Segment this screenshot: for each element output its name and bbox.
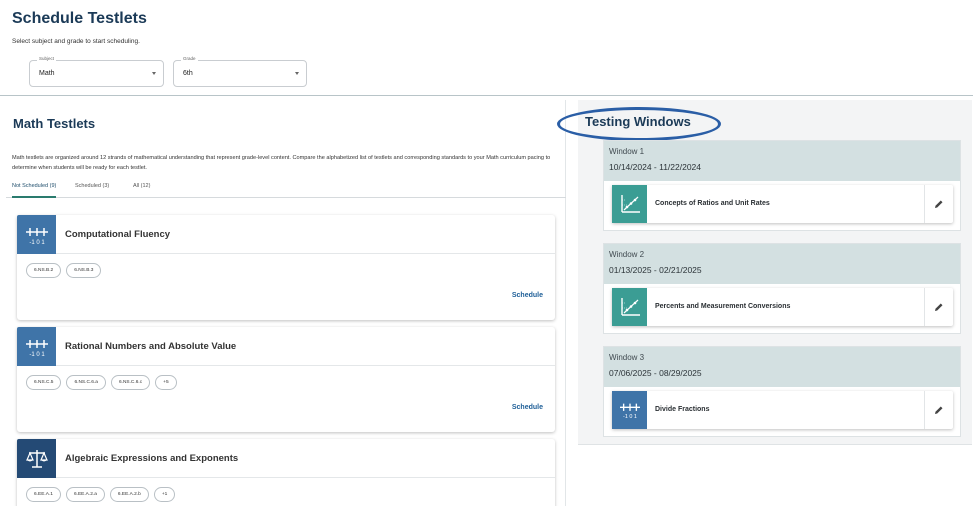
- grade-select-value: 6th: [183, 70, 193, 77]
- testing-window: Window 3 07/06/2025 - 08/29/2025 -1 0 1 …: [603, 346, 961, 437]
- pencil-icon: [935, 303, 943, 311]
- svg-text:-1 0 1: -1 0 1: [29, 352, 45, 358]
- svg-text:-1 0 1: -1 0 1: [29, 240, 45, 246]
- testlet-card-title: Rational Numbers and Absolute Value: [65, 341, 237, 352]
- testlet-card-title: Computational Fluency: [65, 229, 171, 240]
- standard-chip: 6.NS.B.3: [66, 263, 102, 278]
- window-dates: 07/06/2025 - 08/29/2025: [609, 368, 702, 378]
- grade-select-label: Grade: [181, 56, 198, 61]
- graph-icon: [612, 185, 647, 223]
- standard-chip: 6.EE.A.1: [26, 487, 61, 502]
- standard-chip: 6.EE.A.2.a: [65, 487, 105, 502]
- pencil-icon: [935, 200, 943, 208]
- testlet-card-header: -1 0 1 Rational Numbers and Absolute Val…: [17, 327, 555, 366]
- testlet-card: -1 0 1 Computational Fluency 6.NS.B.2 6.N…: [17, 215, 555, 320]
- tab-all[interactable]: All (12): [133, 183, 150, 198]
- schedule-button[interactable]: Schedule: [512, 404, 543, 411]
- number-line-icon: -1 0 1: [17, 327, 56, 366]
- scheduled-testlet: Concepts of Ratios and Unit Rates: [612, 185, 953, 223]
- more-standards-chip[interactable]: +1: [153, 487, 176, 502]
- standard-chip: 6.NS.C.5: [26, 375, 62, 390]
- balance-scale-icon: [17, 439, 56, 478]
- edit-button[interactable]: [924, 288, 953, 326]
- testlet-tabs: Not Scheduled (9) Scheduled (3) All (12): [6, 180, 566, 198]
- window-dates: 10/14/2024 - 11/22/2024: [609, 162, 702, 172]
- scheduled-testlet: -1 0 1 Divide Fractions: [612, 391, 953, 429]
- testing-window-header: Window 1 10/14/2024 - 11/22/2024: [604, 141, 960, 181]
- scheduled-testlet-title: Divide Fractions: [655, 406, 710, 413]
- chevron-down-icon: [295, 72, 299, 75]
- testlets-description: Math testlets are organized around 12 st…: [12, 155, 551, 171]
- testlet-card-header: Algebraic Expressions and Exponents: [17, 439, 555, 478]
- window-name: Window 2: [609, 250, 645, 259]
- window-dates: 01/13/2025 - 02/21/2025: [609, 265, 702, 275]
- testlet-card: Algebraic Expressions and Exponents 6.EE…: [17, 439, 555, 506]
- testlets-title: Math Testlets: [13, 116, 96, 131]
- testing-windows-panel: Testing Windows Window 1 10/14/2024 - 11…: [557, 100, 972, 445]
- number-line-icon: -1 0 1: [17, 215, 56, 254]
- standard-chip: 6.EE.A.2.b: [109, 487, 149, 502]
- grade-select[interactable]: Grade 6th: [173, 56, 307, 87]
- testing-windows-title: Testing Windows: [585, 114, 691, 129]
- pencil-icon: [935, 406, 943, 414]
- svg-text:-1 0 1: -1 0 1: [623, 414, 637, 420]
- edit-button[interactable]: [924, 391, 953, 429]
- subject-select-value: Math: [39, 70, 55, 77]
- number-line-icon: -1 0 1: [612, 391, 647, 429]
- tab-scheduled[interactable]: Scheduled (3): [75, 183, 109, 198]
- edit-button[interactable]: [924, 185, 953, 223]
- subject-select[interactable]: Subject Math: [29, 56, 164, 87]
- testlet-card-header: -1 0 1 Computational Fluency: [17, 215, 555, 254]
- standard-chip: 6.NS.C.6.a: [66, 375, 106, 390]
- testlets-panel: Math Testlets Math testlets are organize…: [6, 100, 566, 506]
- page-subtitle: Select subject and grade to start schedu…: [12, 38, 140, 45]
- testlet-card: -1 0 1 Rational Numbers and Absolute Val…: [17, 327, 555, 432]
- scheduled-testlet-title: Percents and Measurement Conversions: [655, 303, 791, 310]
- more-standards-chip[interactable]: +5: [155, 375, 177, 390]
- testing-window-header: Window 2 01/13/2025 - 02/21/2025: [604, 244, 960, 284]
- standards-chips: 6.EE.A.1 6.EE.A.2.a 6.EE.A.2.b +1: [26, 487, 180, 503]
- page-title: Schedule Testlets: [12, 10, 147, 27]
- standards-chips: 6.NS.B.2 6.NS.B.3: [26, 263, 106, 279]
- subject-select-label: Subject: [37, 56, 57, 61]
- schedule-button[interactable]: Schedule: [512, 292, 543, 299]
- testing-window: Window 1 10/14/2024 - 11/22/2024 Concept…: [603, 140, 961, 231]
- chevron-down-icon: [152, 72, 156, 75]
- standard-chip: 6.NS.B.2: [26, 263, 62, 278]
- window-name: Window 3: [609, 353, 645, 362]
- tab-not-scheduled[interactable]: Not Scheduled (9): [12, 183, 57, 198]
- standards-chips: 6.NS.C.5 6.NS.C.6.a 6.NS.C.6.c +5: [26, 375, 182, 391]
- scheduled-testlet-title: Concepts of Ratios and Unit Rates: [655, 200, 770, 207]
- window-name: Window 1: [609, 147, 645, 156]
- testlet-card-title: Algebraic Expressions and Exponents: [65, 453, 239, 464]
- testing-window-header: Window 3 07/06/2025 - 08/29/2025: [604, 347, 960, 387]
- testing-window: Window 2 01/13/2025 - 02/21/2025 Percent…: [603, 243, 961, 334]
- scheduled-testlet: Percents and Measurement Conversions: [612, 288, 953, 326]
- header-divider: [0, 95, 973, 96]
- standard-chip: 6.NS.C.6.c: [110, 375, 151, 390]
- graph-icon: [612, 288, 647, 326]
